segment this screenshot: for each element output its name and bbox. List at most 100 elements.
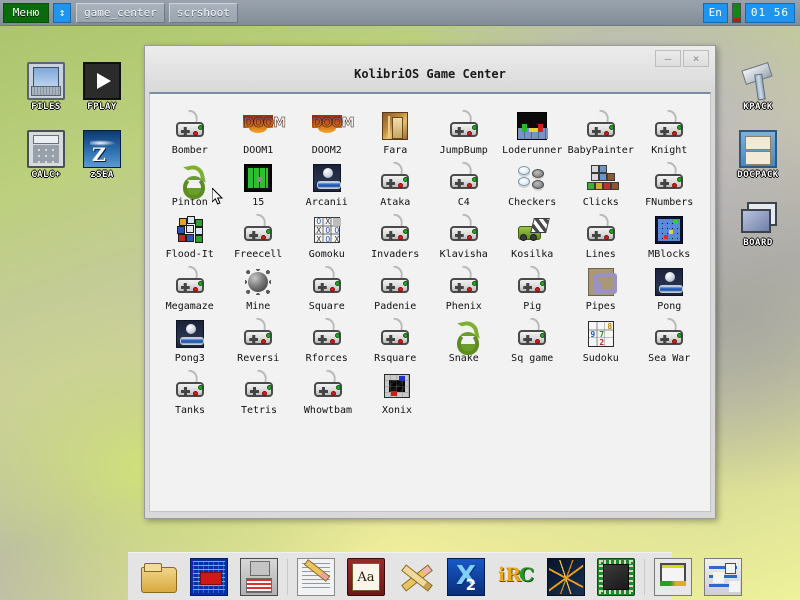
taskbar-item-game-center[interactable]: game_center: [76, 2, 165, 23]
game-label: Pong3: [174, 353, 205, 364]
settings-sliders-icon[interactable]: [704, 557, 742, 596]
desktop-icon-label: FILES: [31, 102, 61, 112]
network-graph-icon[interactable]: [547, 557, 585, 596]
desktop-icon-fplay[interactable]: FPLAY: [70, 62, 134, 112]
gamepad-icon: [653, 161, 685, 194]
game-item-15[interactable]: 15: [225, 156, 293, 208]
game-item-ataka[interactable]: Ataka: [362, 156, 430, 208]
game-item-sudoku[interactable]: 8 9 7 2 Sudoku: [567, 312, 635, 364]
game-item-flood-it[interactable]: Flood-It: [156, 208, 224, 260]
game-item-pong[interactable]: Pong: [636, 260, 704, 312]
game-item-checkers[interactable]: Checkers: [499, 156, 567, 208]
clock[interactable]: 01 56: [744, 2, 795, 23]
game-item-bomber[interactable]: Bomber: [156, 104, 224, 156]
game-item-rforces[interactable]: Rforces: [293, 312, 361, 364]
game-item-loderunner[interactable]: Loderunner: [499, 104, 567, 156]
game-item-padenie[interactable]: Padenie: [362, 260, 430, 312]
gamepad-icon: [448, 265, 480, 298]
folder-icon[interactable]: [140, 558, 178, 596]
taskbar-item-scrshoot[interactable]: scrshoot: [168, 2, 238, 23]
game-item-freecell[interactable]: Freecell: [225, 208, 293, 260]
game-item-gomoku[interactable]: O X X O O X O X Gomoku: [293, 208, 361, 260]
game-label: Xonix: [381, 405, 413, 416]
game-item-fara[interactable]: Fara: [362, 104, 430, 156]
desktop-icon-files[interactable]: FILES: [14, 62, 78, 112]
close-button[interactable]: ×: [683, 50, 709, 67]
game-label: Arcanii: [305, 197, 348, 208]
desktop-icon-board[interactable]: BOARD: [726, 198, 790, 248]
game-item-rsquare[interactable]: Rsquare: [362, 312, 430, 364]
game-label: Lines: [585, 249, 616, 260]
dock-separator: [644, 558, 645, 595]
game-item-mblocks[interactable]: MBlocks: [636, 208, 704, 260]
game-item-megamaze[interactable]: Megamaze: [156, 260, 224, 312]
game-item-babypainter[interactable]: BabyPainter: [567, 104, 635, 156]
gomoku-cell: O: [325, 235, 331, 244]
game-item-sea-war[interactable]: Sea War: [636, 312, 704, 364]
desktop-icon-zsea[interactable]: zSEA: [70, 130, 134, 180]
game-item-whowtbam[interactable]: Whowtbam: [294, 364, 362, 416]
game-item-doom2[interactable]: DOOM DOOM2: [293, 104, 361, 156]
game-item-xonix[interactable]: Xonix: [363, 364, 431, 416]
game-item-tetris[interactable]: Tetris: [225, 364, 293, 416]
doom-icon: DOOM: [242, 110, 286, 142]
gamepad-icon: [653, 317, 685, 350]
arkanoid-icon: [311, 162, 343, 194]
gamepad-icon: [379, 161, 411, 194]
game-item-arcanii[interactable]: Arcanii: [293, 156, 361, 208]
gomoku-cell: X: [334, 235, 340, 244]
game-label: Ataka: [380, 197, 411, 208]
game-item-pong3[interactable]: Pong3: [156, 312, 224, 364]
game-item-kosilka[interactable]: Kosilka: [499, 208, 567, 260]
file-cabinet-icon: [739, 130, 777, 168]
irc-icon[interactable]: [497, 558, 535, 596]
pencil-ruler-icon[interactable]: [397, 558, 435, 596]
desktop-icon-docpack[interactable]: DOCPACK: [726, 130, 790, 180]
game-item-clicks[interactable]: Clicks: [567, 156, 635, 208]
ethernet-icon[interactable]: [654, 557, 692, 596]
x2-graph-icon[interactable]: [447, 557, 485, 596]
start-menu-button[interactable]: Меню: [3, 2, 49, 23]
game-item-pinton[interactable]: Pinton: [156, 156, 224, 208]
monitor-icon: [27, 62, 65, 100]
document-pencil-icon[interactable]: [297, 557, 335, 596]
game-item-c4[interactable]: C4: [430, 156, 498, 208]
game-label: Flood-It: [165, 249, 214, 260]
game-item-mine[interactable]: Mine: [225, 260, 293, 312]
game-item-pipes[interactable]: Pipes: [567, 260, 635, 312]
language-indicator[interactable]: En: [702, 2, 728, 23]
gamepad-icon: [516, 317, 548, 350]
dictionary-icon[interactable]: [347, 557, 385, 596]
game-item-snake[interactable]: Snake: [430, 312, 498, 364]
desktop-icon-kpack[interactable]: KPACK: [726, 62, 790, 112]
gamepad-icon: [379, 213, 411, 246]
game-label: Kosilka: [511, 249, 554, 260]
window-order-toggle[interactable]: ↕: [53, 2, 71, 23]
game-item-square[interactable]: Square: [293, 260, 361, 312]
game-label: Sudoku: [582, 353, 619, 364]
floppy-disk-icon[interactable]: [240, 557, 278, 596]
minimize-button[interactable]: –: [655, 50, 681, 67]
desktop-icon-calc[interactable]: CALC+: [14, 130, 78, 180]
game-item-jumpbump[interactable]: JumpBump: [430, 104, 498, 156]
game-item-knight[interactable]: Knight: [636, 104, 704, 156]
game-item-pig[interactable]: Pig: [499, 260, 567, 312]
puzzle15-icon: [242, 162, 274, 194]
game-item-tanks[interactable]: Tanks: [156, 364, 224, 416]
doom-icon: DOOM: [311, 110, 355, 142]
game-item-sq-game[interactable]: Sq game: [499, 312, 567, 364]
game-item-lines[interactable]: Lines: [567, 208, 635, 260]
dock-separator: [287, 558, 288, 595]
game-item-phenix[interactable]: Phenix: [430, 260, 498, 312]
game-center-window[interactable]: KolibriOS Game Center – × Bomber DOOM DO…: [144, 45, 716, 519]
game-label: Klavisha: [439, 249, 488, 260]
game-item-invaders[interactable]: Invaders: [362, 208, 430, 260]
window-titlebar[interactable]: KolibriOS Game Center – ×: [145, 46, 715, 92]
game-item-reversi[interactable]: Reversi: [225, 312, 293, 364]
gamepad-icon: [379, 265, 411, 298]
game-item-doom1[interactable]: DOOM DOOM1: [225, 104, 293, 156]
game-item-fnumbers[interactable]: FNumbers: [636, 156, 704, 208]
cpu-chip-icon[interactable]: [597, 557, 635, 596]
circuit-board-icon[interactable]: [190, 557, 228, 596]
game-item-klavisha[interactable]: Klavisha: [430, 208, 498, 260]
